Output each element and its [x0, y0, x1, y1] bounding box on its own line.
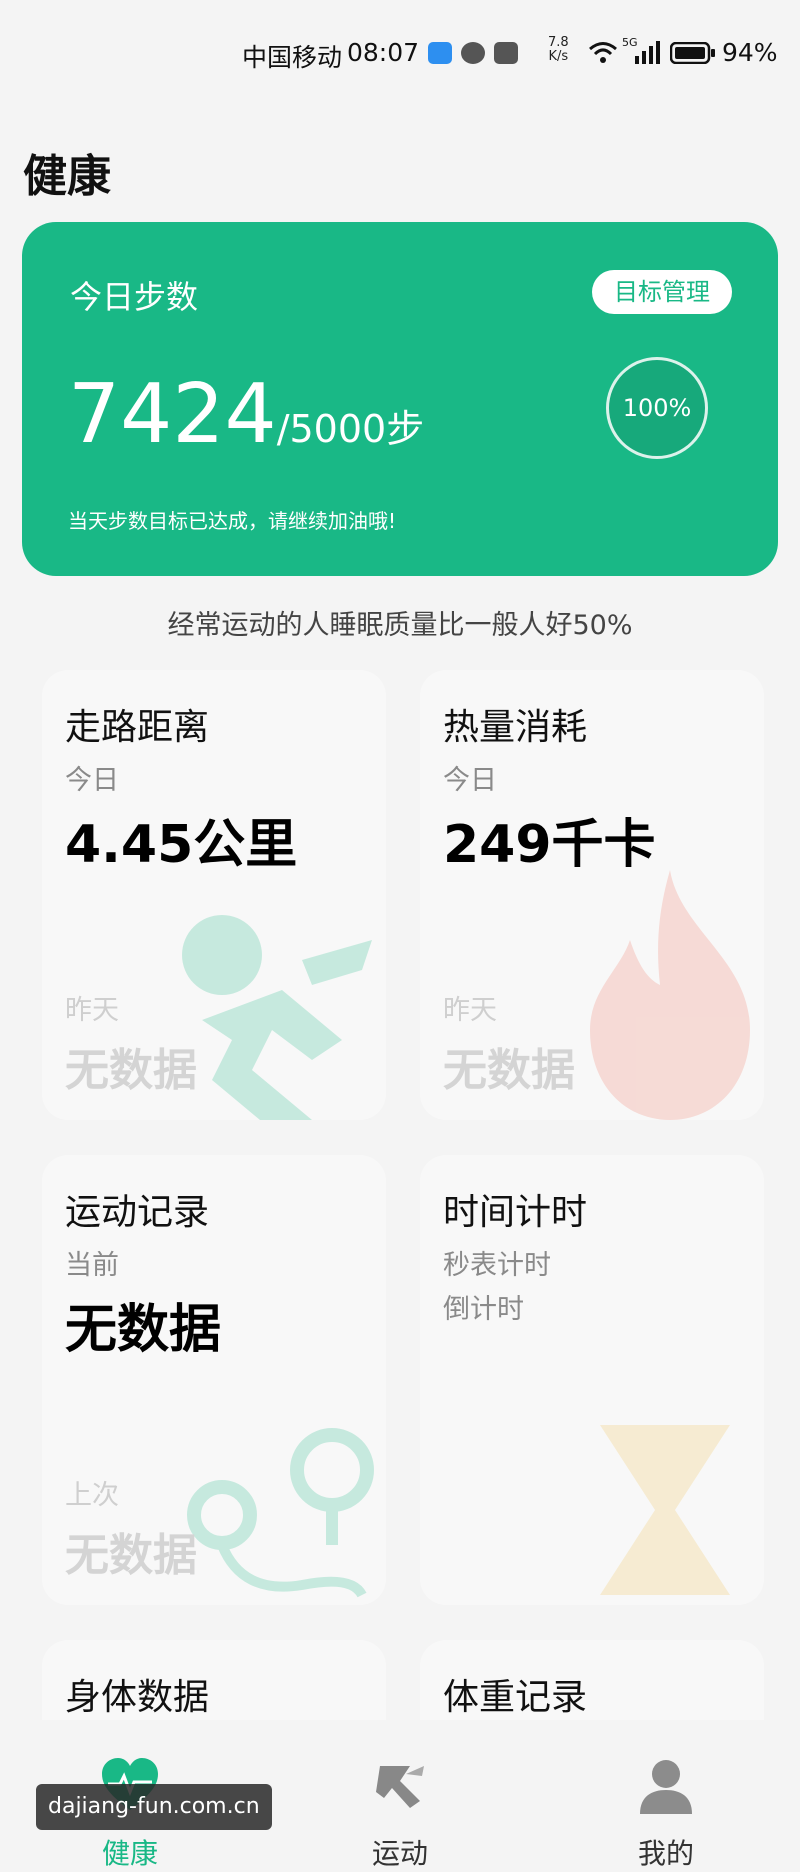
tile-prev-value: 无数据 [443, 1045, 575, 1096]
running-icon [376, 1766, 424, 1808]
progress-percent: 100% [622, 394, 692, 422]
wifi-icon [589, 42, 617, 63]
tile-title: 体重记录 [443, 1677, 588, 1718]
huawei-store-icon [494, 42, 518, 64]
route-icon [187, 1428, 374, 1598]
tile-title: 走路距离 [65, 707, 210, 748]
weather-app-icon [428, 42, 452, 64]
tile-sub: 当前 [65, 1250, 119, 1281]
tile-prev-value: 无数据 [65, 1045, 197, 1096]
stopwatch-link[interactable]: 秒表计时 [443, 1243, 551, 1282]
flame-icon [590, 870, 750, 1120]
tile-prev-label: 昨天 [443, 995, 497, 1026]
tile-prev-label: 上次 [65, 1480, 119, 1511]
tile-value: 249千卡 [443, 815, 656, 875]
goal-steps: /5000步 [276, 407, 425, 451]
progress-ring: 100% [606, 357, 708, 459]
page-title: 健康 [23, 151, 111, 202]
net-speed: 7.8 K/s [548, 36, 569, 64]
tile-exercise-record[interactable]: 运动记录 当前 无数据 上次 无数据 [42, 1155, 386, 1605]
battery-icon [670, 42, 715, 64]
health-tip: 经常运动的人睡眠质量比一般人好50% [167, 610, 633, 641]
tile-prev-label: 昨天 [65, 995, 119, 1026]
current-steps: 7424 [68, 367, 277, 462]
tile-title: 热量消耗 [443, 707, 588, 748]
tile-value: 无数据 [65, 1300, 222, 1360]
tile-title: 运动记录 [65, 1192, 210, 1233]
nav-item-profile[interactable]: 我的 [566, 1720, 766, 1870]
tile-walking-distance[interactable]: 走路距离 今日 4.45公里 昨天 无数据 [42, 670, 386, 1120]
nav-item-exercise[interactable]: 运动 [300, 1720, 500, 1870]
watermark: dajiang-fun.com.cn [36, 1784, 272, 1830]
nav-label: 健康 [101, 1837, 158, 1870]
nav-label: 我的 [637, 1837, 694, 1870]
hourglass-icon [600, 1425, 730, 1595]
person-icon [640, 1760, 692, 1814]
step-count: 7424/5000步 [68, 370, 424, 474]
tile-prev-value: 无数据 [65, 1530, 197, 1581]
net-speed-value: 7.8 [548, 35, 569, 50]
status-time: 08:07 [347, 38, 420, 67]
tile-timer[interactable]: 时间计时 秒表计时 倒计时 [420, 1155, 764, 1605]
steps-message: 当天步数目标已达成，请继续加油哦! [68, 509, 397, 533]
tile-sub: 今日 [65, 765, 119, 796]
steps-label: 今日步数 [70, 278, 199, 316]
signal-icon [635, 41, 660, 64]
status-bar: 中国移动 08:07 7.8 K/s 5G 94% [0, 0, 800, 110]
tile-title: 时间计时 [443, 1192, 588, 1233]
goal-management-button[interactable]: 目标管理 [592, 270, 732, 314]
message-icon [461, 42, 485, 64]
carrier-name: 中国移动 [242, 43, 343, 72]
steps-card[interactable]: 今日步数 目标管理 7424/5000步 100% 当天步数目标已达成，请继续加… [22, 222, 778, 576]
nav-label: 运动 [371, 1837, 428, 1870]
battery-percent: 94% [722, 38, 778, 67]
tile-title: 身体数据 [65, 1677, 210, 1718]
tile-calories[interactable]: 热量消耗 今日 249千卡 昨天 无数据 [420, 670, 764, 1120]
tile-value: 4.45公里 [65, 815, 298, 875]
countdown-link[interactable]: 倒计时 [443, 1287, 524, 1326]
tile-sub: 今日 [443, 765, 497, 796]
net-speed-unit: K/s [548, 49, 569, 64]
